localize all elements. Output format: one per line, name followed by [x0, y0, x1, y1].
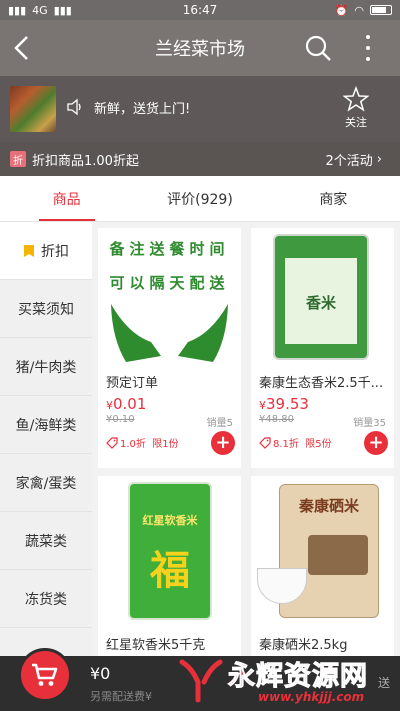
battery-icon — [370, 5, 392, 15]
product-name: 秦康硒米2.5kg — [259, 638, 348, 653]
purchase-limit: 限5份 — [305, 439, 332, 450]
activities-count: 2个活动 — [325, 153, 373, 169]
category-discount[interactable]: 折扣 — [0, 222, 92, 280]
image-caption: 备注送餐时间 — [109, 240, 230, 258]
speaker-icon — [67, 98, 81, 116]
discount-rate: 1.0折 — [120, 439, 146, 450]
chevron-right-icon: › — [376, 151, 382, 167]
sales-count: 销量5 — [206, 418, 233, 429]
image-caption: 可以隔天配送 — [109, 274, 230, 292]
back-icon[interactable] — [0, 20, 44, 76]
discount-tag-icon — [259, 436, 271, 449]
status-bar: ▮▮▮ 4G ▮▮▮ 16:47 ⏰ ◠ — [0, 0, 400, 20]
cart-button[interactable] — [18, 648, 72, 702]
product-card[interactable]: 红星软香米 福 红星软香米5千克 — [98, 476, 241, 656]
favorite-button[interactable]: 关注 — [336, 86, 376, 130]
product-card[interactable]: 备注送餐时间 可以隔天配送 预定订单 ¥0.01 ¥0.10 销量5 1.0折 … — [98, 228, 241, 468]
product-price: ¥0.01 — [106, 395, 147, 413]
shopping-cart-icon — [32, 663, 58, 686]
activities-link[interactable]: 2个活动 › — [326, 142, 382, 176]
tab-bar: 商品 评价(929) 商家 — [0, 176, 400, 222]
star-icon — [343, 86, 369, 112]
app-header: 兰经菜市场 — [0, 20, 400, 76]
discount-badge: 折 — [10, 151, 26, 167]
original-price: ¥0.10 — [106, 414, 135, 425]
promo-text: 折扣商品1.00折起 — [32, 153, 139, 169]
tag-icon — [24, 244, 34, 257]
clock: 16:47 — [182, 3, 218, 17]
delivery-fee-note: 另需配送费¥ — [90, 690, 152, 703]
search-icon[interactable] — [304, 34, 332, 62]
bag-label: 秦康硒米 — [298, 497, 359, 515]
product-image: 香米 — [251, 228, 394, 364]
hands-icon — [111, 304, 228, 362]
discount-tag-icon — [106, 436, 118, 449]
tab-products[interactable]: 商品 — [0, 176, 133, 221]
category-label: 折扣 — [41, 243, 69, 260]
rice-bag: 香米 — [273, 234, 369, 360]
more-menu-icon[interactable] — [360, 32, 376, 64]
product-card[interactable]: 秦康硒米 秦康硒米2.5kg — [251, 476, 394, 656]
category-poultry-eggs[interactable]: 家禽/蛋类 — [0, 454, 92, 512]
shop-image — [10, 86, 56, 132]
product-card[interactable]: 香米 秦康生态香米2.5千... ¥39.53 ¥48.80 销量35 8.1折… — [251, 228, 394, 468]
category-notice[interactable]: 买菜须知 — [0, 280, 92, 338]
category-pork-beef[interactable]: 猪/牛肉类 — [0, 338, 92, 396]
purchase-limit: 限1份 — [152, 439, 179, 450]
tab-reviews[interactable]: 评价(929) — [133, 176, 266, 221]
category-seafood[interactable]: 鱼/海鲜类 — [0, 396, 92, 454]
add-to-cart-button[interactable]: + — [364, 431, 388, 455]
product-image: 秦康硒米 — [251, 476, 394, 626]
cart-bar: ¥0 另需配送费¥ 送 — [0, 648, 400, 711]
category-sidebar: 折扣 买菜须知 猪/牛肉类 鱼/海鲜类 家禽/蛋类 蔬菜类 冻货类 — [0, 222, 92, 656]
product-name: 红星软香米5千克 — [106, 638, 206, 653]
bag-label: 红星软香米 — [142, 514, 198, 527]
promo-bar[interactable]: 折 折扣商品1.00折起 2个活动 › — [0, 142, 400, 176]
product-price: ¥39.53 — [259, 395, 309, 413]
sales-count: 销量35 — [353, 418, 386, 429]
add-to-cart-button[interactable]: + — [211, 431, 235, 455]
product-name: 秦康生态香米2.5千... — [259, 376, 384, 391]
category-vegetables[interactable]: 蔬菜类 — [0, 512, 92, 570]
checkout-label[interactable]: 送 — [378, 674, 390, 691]
product-image: 红星软香米 福 — [98, 476, 241, 626]
rice-bag: 红星软香米 福 — [128, 482, 212, 620]
bag-label: 香米 — [305, 294, 336, 312]
product-name: 预定订单 — [106, 376, 159, 391]
page-title: 兰经菜市场 — [155, 39, 245, 60]
bag-symbol: 福 — [150, 548, 190, 594]
shop-notice: 新鲜，送货上门! — [94, 102, 191, 117]
discount-rate: 8.1折 — [273, 439, 299, 450]
shop-banner: 新鲜，送货上门! 关注 — [0, 76, 400, 142]
product-grid: 备注送餐时间 可以隔天配送 预定订单 ¥0.01 ¥0.10 销量5 1.0折 … — [98, 228, 394, 656]
favorite-label: 关注 — [345, 116, 367, 129]
original-price: ¥48.80 — [259, 414, 294, 425]
category-frozen[interactable]: 冻货类 — [0, 570, 92, 628]
tab-merchant[interactable]: 商家 — [267, 176, 400, 221]
product-image: 备注送餐时间 可以隔天配送 — [98, 228, 241, 364]
cart-total: ¥0 — [90, 664, 111, 683]
